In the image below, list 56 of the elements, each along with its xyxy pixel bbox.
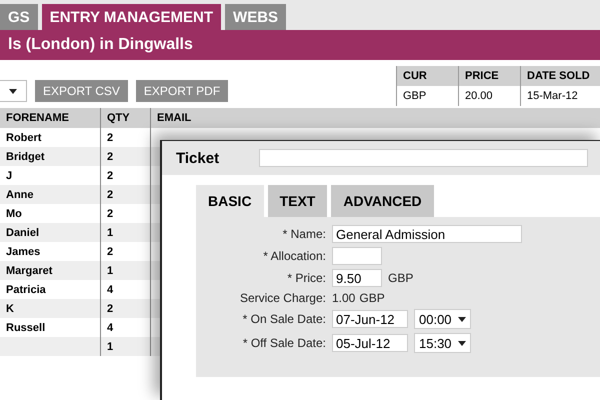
page-title: ls (London) in Dingwalls <box>8 36 193 53</box>
date-field[interactable]: 07-Jun-12 <box>332 310 408 328</box>
nav-tab[interactable]: ENTRY MANAGEMENT <box>42 4 222 30</box>
table-cell: 1 <box>107 226 114 238</box>
table-cell: GBP <box>396 86 458 106</box>
column-header: DATE SOLD <box>520 66 600 86</box>
time-dropdown[interactable]: 00:00 <box>414 309 471 329</box>
table-cell: 1 <box>107 264 114 276</box>
tab[interactable]: BASIC <box>196 185 264 217</box>
tab[interactable]: ADVANCED <box>331 185 434 217</box>
table-cell: 2 <box>107 246 114 258</box>
currency-label: GBP <box>359 291 385 305</box>
table-cell: Russell <box>6 322 46 334</box>
table-cell: J <box>6 170 12 182</box>
table-cell: 2 <box>107 150 114 162</box>
tab[interactable]: TEXT <box>268 185 328 217</box>
table-cell: Robert <box>6 132 42 144</box>
table-cell: James <box>6 246 40 258</box>
column-header: CUR <box>396 66 458 86</box>
column-header: FORENAME <box>5 111 70 126</box>
caret-icon <box>9 88 17 94</box>
table-cell: 15-Mar-12 <box>520 86 600 106</box>
table-cell: Daniel <box>6 226 40 238</box>
table-cell: Anne <box>6 188 34 200</box>
field-label: * Off Sale Date: <box>242 336 326 350</box>
table-cell: 1 <box>107 340 114 352</box>
input-field[interactable]: General Admission <box>332 225 522 243</box>
table-cell: 2 <box>107 132 114 144</box>
field-label: * Name: <box>282 227 326 241</box>
table-cell: 2 <box>107 170 114 182</box>
table-cell: 2 <box>107 302 114 314</box>
table-cell: Patricia <box>6 284 46 296</box>
filter-dropdown[interactable] <box>0 80 27 102</box>
table-cell: 4 <box>107 322 114 334</box>
field-value: 1.00 <box>332 291 356 305</box>
table-cell: K <box>6 302 14 314</box>
caret-icon <box>458 340 466 346</box>
table-cell: Mo <box>6 208 22 220</box>
input-field[interactable] <box>332 247 382 265</box>
input-field[interactable] <box>259 149 588 167</box>
table-cell: 20.00 <box>458 86 520 106</box>
field-label: Service Charge: <box>238 291 326 305</box>
date-field[interactable]: 05-Jul-12 <box>332 334 408 352</box>
field-label: * Allocation: <box>262 249 326 263</box>
table-cell: Margaret <box>6 264 52 276</box>
dialog-title: Ticket <box>176 150 220 166</box>
table-cell: 2 <box>107 188 114 200</box>
currency-label: GBP <box>388 271 414 285</box>
field-label: * On Sale Date: <box>242 312 326 326</box>
time-dropdown[interactable]: 15:30 <box>414 333 471 353</box>
field-label: * Price: <box>286 271 326 285</box>
table-cell: 4 <box>107 284 114 296</box>
table-cell: 2 <box>107 208 114 220</box>
table-cell: Bridget <box>6 150 44 162</box>
column-header: PRICE <box>458 66 520 86</box>
input-field[interactable]: 9.50 <box>332 269 382 287</box>
